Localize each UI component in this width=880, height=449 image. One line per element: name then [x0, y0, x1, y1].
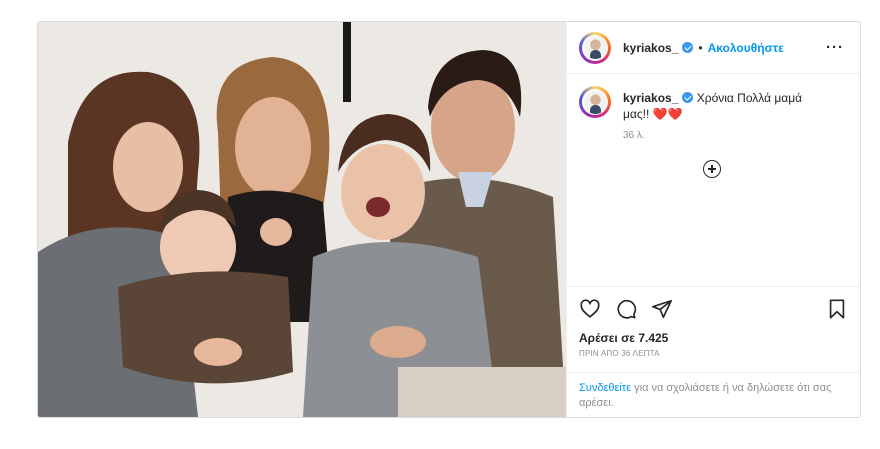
comments-section: kyriakos_ Χρόνια Πολλά μαμά μας!! ❤️❤️ 3…: [567, 74, 860, 286]
heart-icon[interactable]: [579, 298, 601, 320]
login-prompt: Συνδεθείτε για να σχολιάσετε ή να δηλώσε…: [567, 372, 860, 417]
instagram-post: kyriakos_ • Ακολουθήστε ··· kyriakos_ Χρ…: [37, 21, 861, 418]
post-photo[interactable]: [38, 22, 566, 417]
load-more-comments-icon[interactable]: [703, 160, 721, 178]
post-timestamp: ΠΡΙΝ ΑΠΟ 36 ΛΕΠΤΑ: [579, 349, 660, 358]
caption: kyriakos_ Χρόνια Πολλά μαμά μας!! ❤️❤️ 3…: [579, 86, 848, 144]
post-header: kyriakos_ • Ακολουθήστε ···: [567, 22, 860, 74]
avatar[interactable]: [579, 31, 611, 64]
action-bar: [579, 287, 848, 331]
verified-badge-icon: [682, 42, 694, 53]
verified-badge-icon: [682, 92, 694, 103]
profile-picture: [583, 90, 607, 114]
separator-dot: •: [698, 40, 703, 55]
bookmark-icon[interactable]: [826, 298, 848, 320]
login-link[interactable]: Συνδεθείτε: [579, 382, 631, 394]
more-options-icon[interactable]: ···: [826, 39, 844, 56]
comment-icon[interactable]: [615, 298, 637, 320]
likes-count[interactable]: Αρέσει σε 7.425: [579, 331, 848, 345]
caption-username[interactable]: kyriakos_: [623, 91, 678, 105]
follow-button[interactable]: Ακολουθήστε: [708, 41, 784, 55]
username[interactable]: kyriakos_: [623, 41, 678, 55]
caption-time[interactable]: 36 λ.: [623, 128, 823, 144]
caption-text: kyriakos_ Χρόνια Πολλά μαμά μας!! ❤️❤️ 3…: [623, 86, 823, 144]
share-icon[interactable]: [651, 298, 673, 320]
caption-avatar[interactable]: [579, 86, 611, 118]
profile-picture: [583, 36, 607, 59]
post-sidebar: kyriakos_ • Ακολουθήστε ··· kyriakos_ Χρ…: [566, 22, 860, 417]
actions-area: Αρέσει σε 7.425 ΠΡΙΝ ΑΠΟ 36 ΛΕΠΤΑ: [567, 286, 860, 372]
family-photo-illustration: [38, 22, 566, 417]
heart-emoji-icon: ❤️❤️: [652, 107, 683, 121]
